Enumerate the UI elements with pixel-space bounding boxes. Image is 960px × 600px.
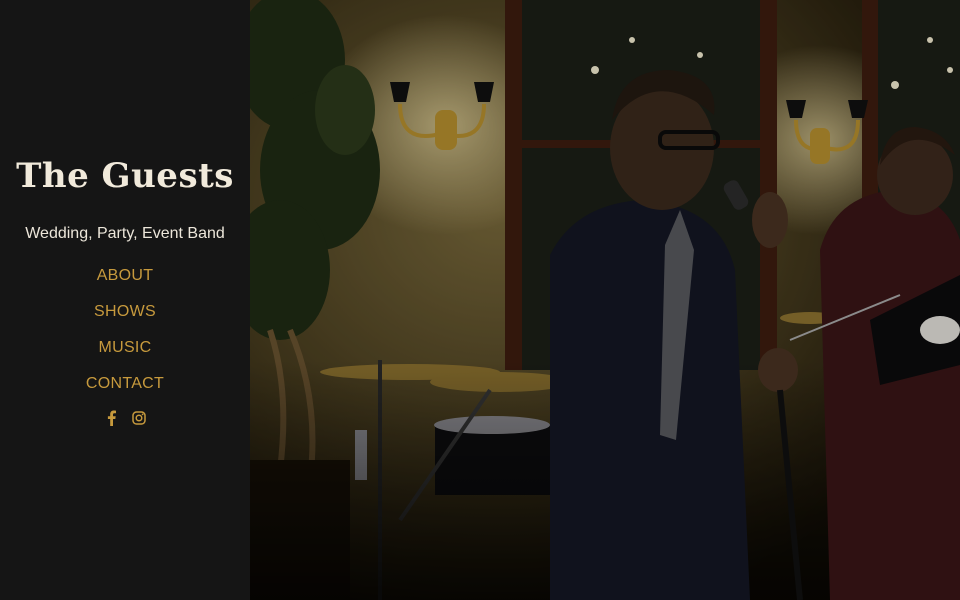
instagram-icon[interactable] xyxy=(132,410,146,426)
hero-band-photo xyxy=(250,0,960,600)
nav-link-music[interactable]: MUSIC xyxy=(98,338,151,358)
nav-link-shows[interactable]: SHOWS xyxy=(94,302,156,322)
site-tagline: Wedding, Party, Event Band xyxy=(25,225,225,242)
sidebar: The Guests Wedding, Party, Event Band AB… xyxy=(0,0,250,600)
page: The Guests Wedding, Party, Event Band AB… xyxy=(0,0,960,600)
nav-link-about[interactable]: ABOUT xyxy=(97,266,154,286)
main-nav: ABOUT SHOWS MUSIC CONTACT xyxy=(86,258,164,402)
facebook-icon[interactable] xyxy=(104,410,118,426)
nav-link-contact[interactable]: CONTACT xyxy=(86,374,164,394)
site-title[interactable]: The Guests xyxy=(16,154,234,198)
band-performance-photo xyxy=(250,0,960,600)
social-links xyxy=(104,410,146,426)
